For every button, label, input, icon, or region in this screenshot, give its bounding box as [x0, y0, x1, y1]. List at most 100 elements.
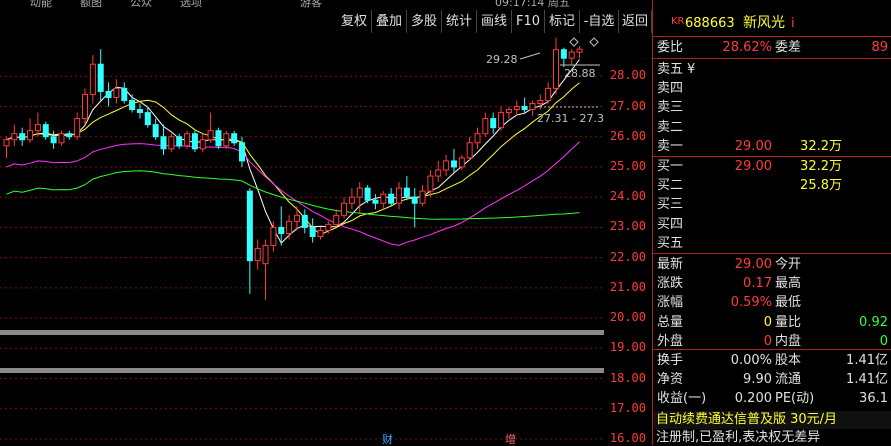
top-menu-item[interactable]: 游客 — [300, 0, 322, 10]
sell-level-row[interactable]: 卖四 — [655, 79, 891, 98]
price-annotation: 28.88 — [564, 67, 596, 80]
fundamental-label: 流通 — [775, 372, 802, 388]
buy-level-row[interactable]: 买四 — [655, 215, 891, 234]
candle-body — [82, 93, 88, 120]
top-menu-item[interactable]: 公众 — [130, 0, 152, 10]
back-button[interactable]: 返回 — [619, 10, 652, 33]
candle-body — [560, 49, 567, 59]
candle-body — [458, 157, 465, 168]
diamond-icon — [569, 37, 579, 47]
candle-body — [74, 118, 81, 138]
candle-body — [270, 226, 277, 247]
panel-separator — [0, 368, 604, 373]
candle-body — [184, 133, 191, 147]
fundamental-label: 换手 — [657, 353, 684, 368]
diamond-icon — [589, 37, 599, 47]
divider — [653, 58, 891, 59]
top-menu-item[interactable]: 额图 — [80, 0, 102, 10]
stat-label: 最高 — [775, 276, 802, 292]
fundamental-value: 1.41亿 — [846, 353, 888, 368]
stock-code: 688663 — [685, 16, 735, 31]
quote-stat-row: 外盘 0 内盘 0 — [655, 332, 891, 351]
fundamental-value: 36.1 — [859, 391, 888, 407]
candle-body — [129, 99, 136, 111]
ma20-line — [6, 141, 580, 246]
buy-level-row[interactable]: 买三 — [655, 195, 891, 214]
remove-watchlist-button[interactable]: -自选 — [580, 10, 619, 33]
sell-level-row[interactable]: 卖五 ¥ — [655, 60, 891, 79]
candle-body — [293, 214, 300, 222]
candle-body — [427, 175, 434, 192]
candle-body — [3, 139, 10, 147]
ma10-line — [6, 82, 580, 236]
f10-button[interactable]: F10 — [512, 10, 545, 33]
overlay-button[interactable]: 叠加 — [372, 10, 407, 33]
sell-level-label: 卖四 — [657, 81, 684, 97]
candle-body — [568, 51, 575, 59]
currency-icon: ¥ — [687, 62, 696, 77]
quote-stat-row: 最新 29.00 今开 — [655, 255, 891, 274]
stat-value: 0 — [763, 314, 772, 330]
candle-body — [239, 142, 245, 162]
candle-body — [58, 133, 65, 144]
fundamental-label: PE(动) — [775, 391, 815, 407]
price-tick-label: 25.00 — [609, 158, 646, 173]
candle-body — [333, 214, 340, 225]
top-menu-item[interactable]: 动能 — [30, 0, 52, 10]
candle-body — [348, 196, 355, 204]
candle-body — [482, 118, 489, 135]
candle-body — [66, 133, 73, 138]
price-tick-label: 18.00 — [609, 370, 646, 385]
buy-level-price: 29.00 — [734, 159, 772, 174]
sell-level-row[interactable]: 卖二 — [655, 118, 891, 137]
quote-stat-row: 涨跌 0.17 最高 — [655, 274, 891, 293]
sell-level-label: 卖五 — [657, 62, 684, 77]
price-tick-label: 17.00 — [609, 400, 646, 415]
fundamental-label: 收益(一) — [657, 391, 707, 407]
price-tick-label: 26.00 — [609, 128, 646, 143]
fuquan-button[interactable]: 复权 — [337, 10, 372, 33]
stat-label: 最新 — [657, 257, 684, 272]
weibi-label: 委比 — [657, 40, 684, 55]
mark-button[interactable]: 标记 — [545, 10, 580, 33]
fundamental-label: 股本 — [775, 353, 802, 368]
buy-level-row[interactable]: 买一 29.00 32.2万 — [655, 157, 891, 176]
buy-level-row[interactable]: 买五 — [655, 234, 891, 253]
stat-value: 0.59% — [730, 295, 772, 311]
candle-body — [136, 109, 143, 114]
price-tick-label: 23.00 — [609, 219, 646, 234]
draw-line-button[interactable]: 画线 — [477, 10, 512, 33]
stat-label: 涨幅 — [657, 295, 684, 311]
candle-body — [11, 133, 18, 141]
sell-level-row[interactable]: 卖三 — [655, 98, 891, 117]
stock-name: 新风光 — [743, 15, 785, 31]
candle-body — [42, 124, 49, 138]
price-tick-label: 21.00 — [609, 279, 646, 294]
candle-body — [505, 109, 512, 114]
candle-body — [89, 63, 96, 95]
candle-body — [474, 133, 481, 144]
sell-level-row[interactable]: 卖一 29.00 32.2万 — [655, 137, 891, 156]
buy-level-label: 买二 — [657, 178, 684, 194]
buy-level-row[interactable]: 买二 25.8万 — [655, 176, 891, 195]
subscription-banner[interactable]: 自动续费通达信普及版 30元/月 — [653, 411, 891, 429]
statistics-button[interactable]: 统计 — [442, 10, 477, 33]
candle-body — [160, 136, 167, 150]
price-tick-label: 24.00 — [609, 189, 646, 204]
fundamental-value: 9.90 — [743, 372, 772, 388]
candle-body — [341, 202, 348, 216]
stat-value: 29.00 — [734, 257, 772, 272]
sell-level-label: 卖一 — [657, 138, 684, 154]
top-menu-item[interactable]: 选项 — [180, 0, 202, 10]
candle-body — [325, 223, 332, 231]
candle-body — [553, 49, 559, 89]
buy-level-label: 买四 — [657, 216, 684, 232]
kline-chart[interactable]: 29.28 28.88 27.31 - 27.3 财 增 — [0, 34, 604, 445]
candle-body — [168, 136, 175, 150]
info-icon[interactable]: i — [791, 14, 795, 33]
candle-body — [529, 103, 536, 111]
candle-body — [380, 193, 387, 204]
panel-separator — [0, 330, 604, 335]
stat-value: 0 — [763, 333, 772, 349]
multi-stock-button[interactable]: 多股 — [407, 10, 442, 33]
